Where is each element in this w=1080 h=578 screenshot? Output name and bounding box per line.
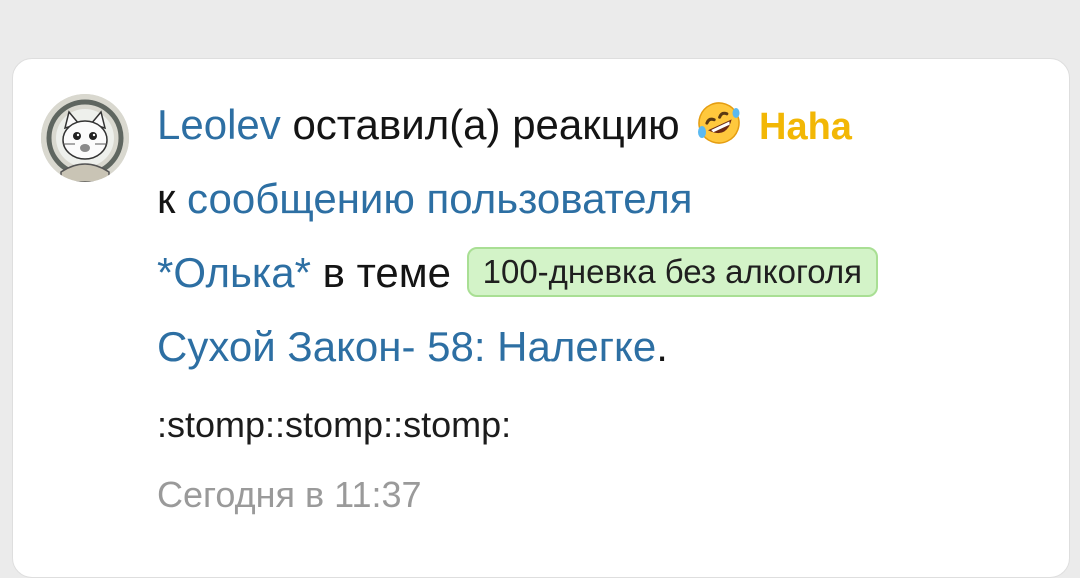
reaction-label: Haha bbox=[759, 106, 852, 148]
preposition-text: к bbox=[157, 175, 176, 222]
notification-content: Leolev оставил(а) реакцию Haha к сообщен… bbox=[157, 88, 1057, 530]
in-thread-text: в теме bbox=[322, 249, 451, 296]
cat-astronaut-avatar-image bbox=[41, 94, 129, 182]
avatar[interactable] bbox=[41, 94, 129, 182]
notification-line-2: к сообщению пользователя bbox=[157, 162, 1057, 236]
timestamp: Сегодня в 11:37 bbox=[157, 474, 422, 515]
notification-line-1: Leolev оставил(а) реакцию Haha bbox=[157, 88, 1057, 162]
notification-line-3: *Олька* в теме 100-дневка без алкоголя bbox=[157, 236, 1057, 310]
thread-prefix-badge[interactable]: 100-дневка без алкоголя bbox=[466, 247, 879, 297]
reaction-comment: :stomp::stomp::stomp: bbox=[157, 404, 512, 445]
user-link[interactable]: Leolev bbox=[157, 101, 281, 148]
notification-line-4: Сухой Закон- 58: Налегке. bbox=[157, 310, 1057, 384]
message-link[interactable]: сообщению пользователя bbox=[187, 175, 692, 222]
action-text: оставил(а) реакцию bbox=[292, 101, 680, 148]
end-punctuation: . bbox=[656, 323, 668, 370]
thread-title-link[interactable]: Сухой Закон- 58: Налегке bbox=[157, 323, 656, 370]
target-user-link[interactable]: *Олька* bbox=[157, 249, 311, 296]
rolling-on-floor-laughing-icon bbox=[698, 102, 741, 144]
